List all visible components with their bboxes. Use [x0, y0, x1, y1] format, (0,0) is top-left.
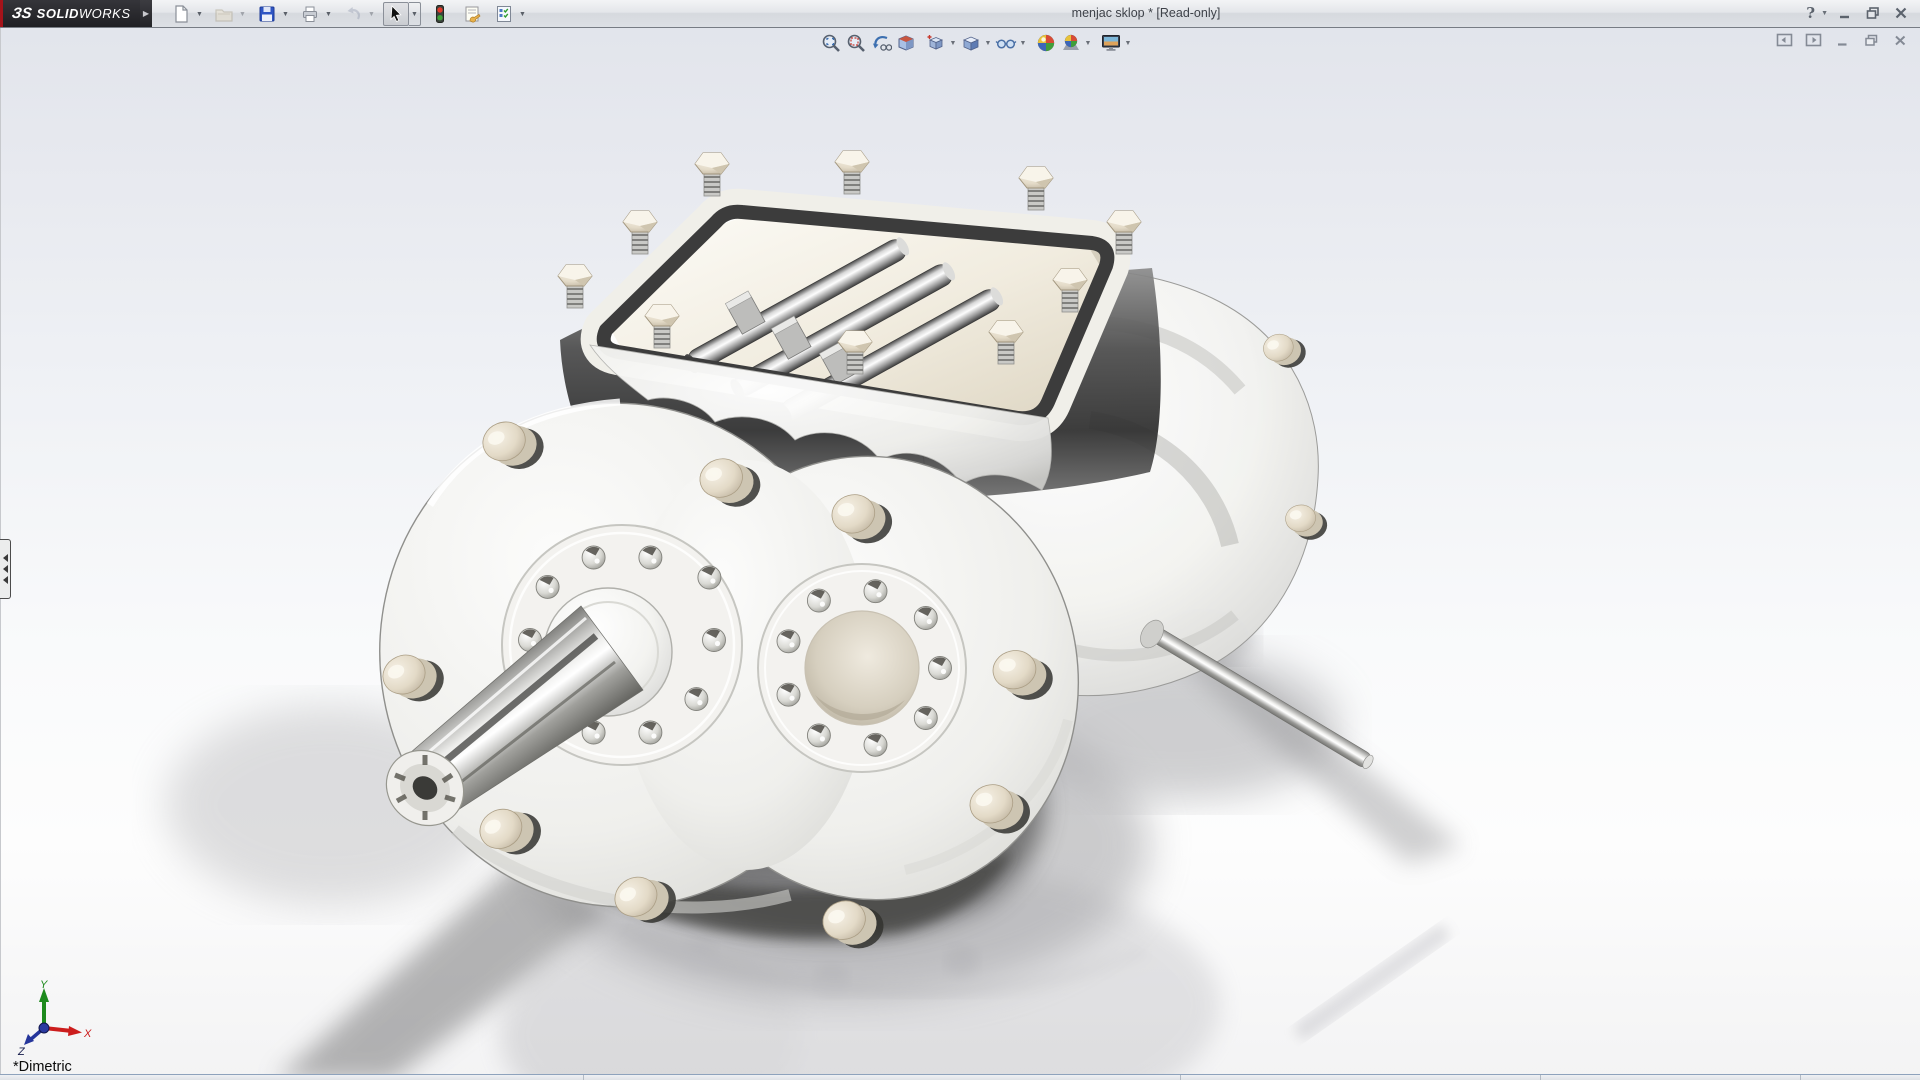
doc-restore-button[interactable] — [1861, 32, 1881, 48]
new-document-icon — [171, 4, 191, 24]
print-dropdown[interactable]: ▼ — [323, 3, 334, 25]
options-checklist-icon — [494, 4, 514, 24]
edit-appearance-button[interactable] — [1033, 31, 1058, 55]
undo-icon — [343, 4, 363, 24]
close-button[interactable] — [1890, 3, 1912, 23]
doc-close-icon — [1893, 34, 1908, 47]
section-view-icon — [895, 32, 917, 54]
apply-scene-dropdown[interactable]: ▼ — [1083, 31, 1093, 55]
print-icon — [300, 4, 320, 24]
zoom-to-fit-button[interactable] — [818, 31, 843, 55]
left-arrow-icon — [3, 565, 8, 573]
rebuild-traffic-light-icon — [430, 4, 450, 24]
close-icon — [1893, 6, 1909, 20]
pane-left-button[interactable] — [1774, 32, 1794, 48]
window-controls: ? ▼ — [1806, 3, 1912, 23]
save-dropdown[interactable]: ▼ — [280, 3, 291, 25]
view-orientation-cube-icon — [925, 32, 947, 54]
doc-close-button[interactable] — [1890, 32, 1910, 48]
minimize-button[interactable] — [1834, 3, 1856, 23]
solidworks-logo: ЗS SOLIDWORKS — [0, 0, 140, 27]
solidworks-window: { "window": { "title": "menjac sklop * [… — [0, 0, 1920, 1080]
status-bar — [0, 1074, 1920, 1080]
edit-appearance-ball-icon — [1035, 32, 1057, 54]
display-style-cube-icon — [960, 32, 982, 54]
headsup-view-toolbar: ▼ ▼ ▼ ▼ — [818, 31, 1133, 55]
hide-show-glasses-icon — [995, 32, 1017, 54]
help-dropdown[interactable]: ▼ — [1821, 10, 1828, 17]
previous-view-icon — [870, 32, 892, 54]
view-settings-monitor-icon — [1100, 32, 1122, 54]
new-document-dropdown[interactable]: ▼ — [194, 3, 205, 25]
restore-icon — [1865, 6, 1881, 20]
pane-right-icon — [1805, 33, 1822, 47]
doc-restore-icon — [1864, 34, 1879, 47]
options-button[interactable] — [491, 2, 517, 26]
new-document-button[interactable] — [168, 2, 194, 26]
restore-button[interactable] — [1862, 3, 1884, 23]
zoom-to-fit-icon — [820, 32, 842, 54]
reference-triad: Y X Z — [16, 978, 94, 1056]
ds-logo-mark: ЗS — [11, 5, 33, 22]
file-properties-icon — [462, 4, 482, 24]
title-bar: ЗS SOLIDWORKS ▶ ▼ ▼ ▼ — [0, 0, 1920, 28]
display-style-dropdown[interactable]: ▼ — [983, 31, 993, 55]
display-style-button[interactable] — [958, 31, 983, 55]
open-dropdown[interactable]: ▼ — [237, 3, 248, 25]
brand-name: SOLIDWORKS — [37, 6, 131, 21]
pane-right-button[interactable] — [1803, 32, 1823, 48]
section-view-button[interactable] — [893, 31, 918, 55]
view-settings-button[interactable] — [1098, 31, 1123, 55]
save-button[interactable] — [254, 2, 280, 26]
document-window-controls — [1774, 32, 1910, 48]
options-dropdown[interactable]: ▼ — [517, 3, 528, 25]
previous-view-button[interactable] — [868, 31, 893, 55]
apply-scene-icon — [1060, 32, 1082, 54]
select-cursor-icon — [386, 4, 406, 24]
minimize-icon — [1837, 6, 1853, 20]
view-orientation-label: *Dimetric — [13, 1059, 72, 1075]
undo-dropdown[interactable]: ▼ — [366, 3, 377, 25]
triad-y-label: Y — [40, 979, 48, 991]
triad-z-label: Z — [17, 1046, 26, 1056]
save-floppy-icon — [257, 4, 277, 24]
rebuild-button[interactable] — [427, 2, 453, 26]
doc-minimize-button[interactable] — [1832, 32, 1852, 48]
menu-expand-tab[interactable]: ▶ — [140, 0, 152, 27]
help-button[interactable]: ? — [1806, 4, 1815, 22]
view-settings-dropdown[interactable]: ▼ — [1123, 31, 1133, 55]
view-orientation-button[interactable] — [923, 31, 948, 55]
feature-pane-collapse-tab[interactable] — [0, 539, 11, 599]
select-tool-button[interactable] — [383, 2, 409, 26]
open-folder-icon — [214, 4, 234, 24]
logo-red-stripe — [0, 0, 3, 27]
file-properties-button[interactable] — [459, 2, 485, 26]
pane-left-icon — [1776, 33, 1793, 47]
doc-minimize-icon — [1835, 34, 1850, 47]
main-toolbar: ▼ ▼ ▼ ▼ — [168, 2, 528, 26]
triad-x-label: X — [83, 1028, 92, 1040]
view-orientation-dropdown[interactable]: ▼ — [948, 31, 958, 55]
left-arrow-icon — [3, 554, 8, 562]
zoom-to-area-button[interactable] — [843, 31, 868, 55]
window-title: menjac sklop * [Read-only] — [1072, 6, 1221, 20]
zoom-to-area-icon — [845, 32, 867, 54]
left-arrow-icon — [3, 576, 8, 584]
undo-button[interactable] — [340, 2, 366, 26]
select-dropdown[interactable]: ▼ — [409, 2, 421, 26]
gearbox-3d-model[interactable] — [0, 0, 1920, 1080]
apply-scene-button[interactable] — [1058, 31, 1083, 55]
right-bearing-boss — [758, 564, 966, 772]
hide-show-items-button[interactable] — [993, 31, 1018, 55]
open-button[interactable] — [211, 2, 237, 26]
print-button[interactable] — [297, 2, 323, 26]
hide-show-items-dropdown[interactable]: ▼ — [1018, 31, 1028, 55]
